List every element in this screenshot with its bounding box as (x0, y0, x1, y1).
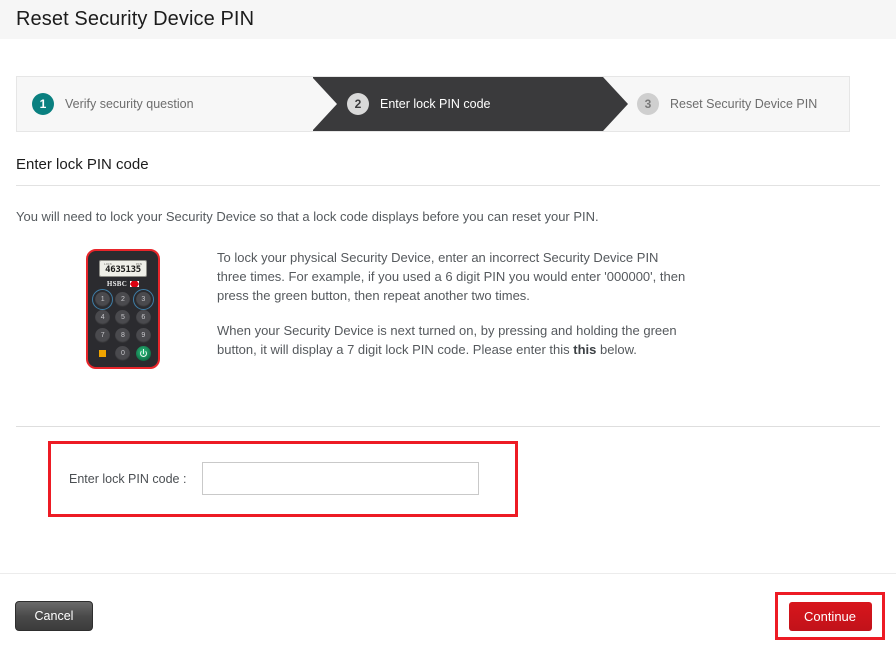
device-instructions-row: LOCK PIN 4635135 HSBC 1 2 3 4 5 6 7 8 9 … (86, 248, 896, 369)
device-brand-text: HSBC (106, 279, 128, 288)
cancel-button[interactable]: Cancel (15, 601, 93, 631)
instructions-block: To lock your physical Security Device, e… (217, 249, 687, 369)
progress-stepper: 1 Verify security question 2 Enter lock … (16, 76, 850, 132)
device-key-5: 5 (115, 309, 131, 325)
instruction-paragraph-1: To lock your physical Security Device, e… (217, 249, 686, 303)
device-key-4: 4 (95, 309, 111, 325)
lock-pin-label: Enter lock PIN code : (69, 471, 187, 486)
device-screen: LOCK PIN 4635135 (99, 259, 147, 277)
device-key-7: 7 (95, 327, 111, 343)
instruction-paragraph-2: When your Security Device is next turned… (217, 322, 687, 360)
device-key-1: 1 (92, 288, 114, 310)
continue-button[interactable]: Continue (788, 601, 872, 631)
instruction-paragraph-2-tail: below. (596, 341, 637, 357)
continue-highlight-box: Continue (775, 592, 885, 640)
step-3-label: Reset Security Device PIN (670, 97, 818, 111)
device-key-6: 6 (135, 309, 151, 325)
section-title: Enter lock PIN code (16, 156, 149, 173)
device-screen-code: 4635135 (105, 264, 141, 275)
hsbc-hexagon-icon (130, 280, 140, 287)
device-square-key-icon (95, 346, 110, 361)
step-2-enter-lock-pin-code[interactable]: 2 Enter lock PIN code (312, 77, 628, 131)
device-brand: HSBC (94, 280, 152, 288)
step-1-label: Verify security question (65, 97, 194, 111)
step-1-number: 1 (32, 93, 54, 115)
device-screen-indicators: LOCK PIN (104, 262, 142, 266)
device-key-9: 9 (135, 327, 151, 343)
device-key-0: 0 (115, 345, 131, 361)
instruction-paragraph-2-emphasis: this (573, 341, 597, 357)
step-2-number: 2 (347, 93, 369, 115)
section-divider (16, 185, 880, 186)
step-1-verify-security-question[interactable]: 1 Verify security question (17, 77, 313, 131)
device-key-8: 8 (115, 327, 131, 343)
device-key-2: 2 (115, 291, 131, 307)
page-title: Reset Security Device PIN (16, 8, 255, 30)
section-intro-text: You will need to lock your Security Devi… (16, 209, 599, 224)
lock-pin-highlight-box: Enter lock PIN code : (48, 440, 518, 517)
footer-divider (0, 573, 896, 574)
page-header: Reset Security Device PIN (0, 0, 896, 40)
device-screen-pin-label: PIN (135, 261, 142, 266)
lock-pin-input[interactable] (202, 462, 480, 496)
device-screen-lock-label: LOCK (104, 261, 113, 266)
step-3-number: 3 (637, 93, 659, 115)
step-3-reset-security-device-pin[interactable]: 3 Reset Security Device PIN (603, 77, 849, 131)
step-2-label: Enter lock PIN code (380, 97, 491, 111)
form-divider (16, 425, 880, 427)
device-keypad: 1 2 3 4 5 6 7 8 9 0 (92, 288, 154, 361)
device-power-button-icon (135, 345, 151, 361)
security-device-image: LOCK PIN 4635135 HSBC 1 2 3 4 5 6 7 8 9 … (86, 248, 160, 369)
device-key-3: 3 (132, 288, 154, 310)
